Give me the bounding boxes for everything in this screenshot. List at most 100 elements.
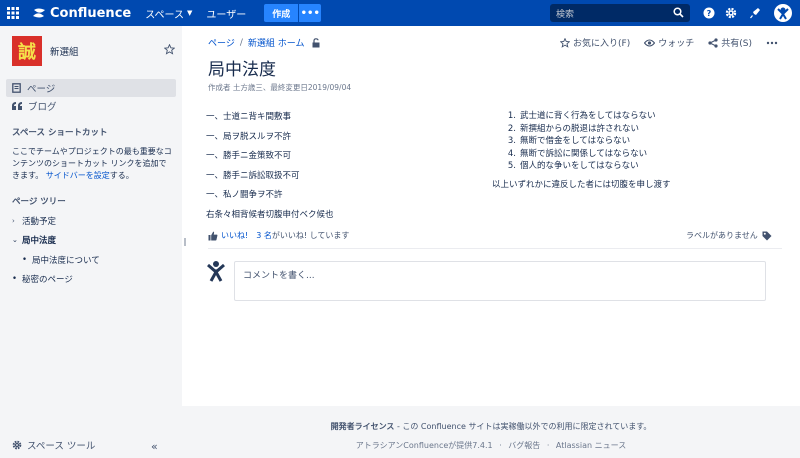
thumbs-up-icon [208,231,218,240]
watch-label: ウォッチ [658,39,695,49]
list-item: 1. 武士道に背く行為をしてはならない [507,111,656,121]
sidebar-item-blog[interactable]: ブログ [6,97,176,115]
list-item: 2. 新撰組からの脱退は許されない [507,123,640,134]
spaces-menu-label: スペース [145,9,185,21]
share-label: 共有(S) [721,39,752,49]
rules-note: 以上いずれかに違反した者には切腹を申し渡す [492,179,671,190]
watch-button[interactable]: ウォッチ [644,36,694,49]
quote-icon [12,101,22,110]
divider [208,248,782,249]
hatto-original-text: 一、士道ニ背キ間敷事 一、局ヲ脱スルヲ不許 一、勝手ニ金策致不可 一、勝手ニ訴訟… [206,108,486,225]
no-labels-text: ラベルがありません [686,231,758,240]
like-button[interactable]: いいね! [221,230,248,241]
like-count-link[interactable]: 3 名 [256,230,272,241]
hatto-line: 一、士道ニ背キ間敷事 [206,112,292,122]
license-title: 開発者ライセンス [330,422,395,431]
license-text: - この Confluence サイトは実稼働以外での利用に限定されています。 [394,422,652,431]
atlassian-news-link[interactable]: Atlassian ニュース [556,441,626,450]
footer-links: アトラシアンConfluenceが提供7.4.1 · バグ報告 · Atlass… [182,440,800,451]
space-name[interactable]: 新選組 [50,44,79,58]
chevron-right-icon[interactable]: › [12,217,22,225]
help-icon[interactable]: ? [702,6,716,20]
star-icon[interactable] [164,44,175,55]
space-header[interactable]: 誠 新選組 [12,36,79,66]
list-item: 5. 個人的な争いをしてはならない [507,161,639,171]
hatto-line: 一、勝手ニ金策致不可 [206,151,292,161]
space-tools-button[interactable]: スペース ツール [12,438,95,452]
more-icon [766,41,778,44]
tag-icon[interactable] [762,231,772,241]
create-button[interactable]: 作成 [264,4,299,22]
hatto-line: 右条々相背候者切腹申付ベク候也 [206,209,334,220]
favorite-label: お気に入り(F) [573,39,631,49]
gear-icon[interactable] [724,6,738,20]
notifications-icon[interactable] [748,6,762,20]
top-navigation-bar: Confluence スペース ▼ ユーザー 作成 ••• 検索 ? [0,0,800,26]
svg-text:?: ? [707,9,712,18]
page-actions: お気に入り(F) ウォッチ 共有(S) [560,36,795,49]
breadcrumb: ページ / 新選組 ホーム [208,36,321,49]
separator: · [499,441,502,450]
user-avatar-icon [207,261,225,282]
app-switcher-icon[interactable] [0,0,26,26]
powered-by-link[interactable]: アトラシアンConfluenceが提供7.4.1 [356,441,493,450]
breadcrumb-space-home[interactable]: 新選組 ホーム [248,36,305,49]
confluence-logo[interactable]: Confluence [32,6,131,21]
people-link[interactable]: ユーザー [206,6,246,21]
search-input[interactable]: 検索 [550,4,690,22]
bullet-icon: • [12,274,18,285]
more-actions-button[interactable] [766,41,781,45]
sidebar-item-pages[interactable]: ページ [6,79,176,97]
tree-item-secret-page[interactable]: • 秘密のページ [12,270,177,290]
collapse-sidebar-icon[interactable]: « [151,440,158,453]
shortcuts-description: ここでチームやプロジェクトの最も重要なコンテンツのショートカット リンクを追加で… [12,146,172,182]
page-tree-title: ページ ツリー [12,197,66,207]
hatto-line: 一、私ノ闘争ヲ不許 [206,190,283,200]
favorite-button[interactable]: お気に入り(F) [560,36,630,49]
unlock-icon[interactable] [312,37,321,48]
create-more-button[interactable]: ••• [299,4,322,22]
bug-report-link[interactable]: バグ報告 [508,441,540,450]
shortcuts-suffix: する。 [109,171,134,180]
shortcuts-title: スペース ショートカット [12,128,108,138]
list-item: 3. 無断で借金をしてはならない [507,136,631,146]
share-icon [708,37,718,48]
people-link-label: ユーザー [206,9,247,21]
bullet-icon: • [22,254,28,265]
hatto-line: 一、局ヲ脱スルヲ不許 [206,131,292,142]
comment-input[interactable]: コメントを書く... [234,261,766,301]
sidebar-resize-handle[interactable]: ‖ [183,237,187,246]
tree-item-label: 活動予定 [22,216,57,227]
page-title: 局中法度 [208,60,276,80]
confluence-logo-icon [33,8,45,18]
share-button[interactable]: 共有(S) [708,36,752,49]
tree-item-label: 秘密のページ [22,275,73,286]
page-tree: › 活動予定 ⌄ 局中法度 • 局中法度について • 秘密のページ [12,211,177,289]
spaces-menu[interactable]: スペース ▼ [145,6,192,21]
sidebar-nav: ページ ブログ [6,79,176,115]
hatto-line: 一、勝手ニ訴訟取扱不可 [206,170,300,181]
breadcrumb-separator: / [239,37,243,48]
tree-item-kyokuchu-hatto[interactable]: ⌄ 局中法度 [12,231,177,251]
star-icon [560,37,570,48]
breadcrumb-pages[interactable]: ページ [208,36,235,49]
likes-section: いいね! 3 名がいいね! しています [208,230,349,241]
search-placeholder: 検索 [556,9,575,20]
separator: · [546,441,550,450]
hatto-translation: 1. 武士道に背く行為をしてはならない 2. 新撰組からの脱退は許されない 3. 無断… [492,110,792,190]
user-avatar[interactable] [774,4,792,22]
tree-item-label: 局中法度について [32,255,100,266]
tree-item-label: 局中法度 [22,236,57,247]
chevron-down-icon[interactable]: ⌄ [12,236,22,244]
tree-item-about-hatto[interactable]: • 局中法度について [12,250,177,270]
footer: 開発者ライセンス - この Confluence サイトは実稼働以外での利用に限… [182,406,800,458]
configure-sidebar-link[interactable]: サイドバーを設定 [46,171,110,180]
comment-placeholder: コメントを書く... [243,271,315,281]
list-item: 4. 無断で訴訟に関係してはならない [507,148,648,159]
space-logo[interactable]: 誠 [12,36,42,66]
rules-list: 1. 武士道に背く行為をしてはならない 2. 新撰組からの脱退は許されない 3. 無断… [492,110,792,173]
tree-item-activity-schedule[interactable]: › 活動予定 [12,211,177,231]
gear-icon [12,440,22,450]
search-icon [673,7,684,18]
eye-icon [644,38,656,47]
